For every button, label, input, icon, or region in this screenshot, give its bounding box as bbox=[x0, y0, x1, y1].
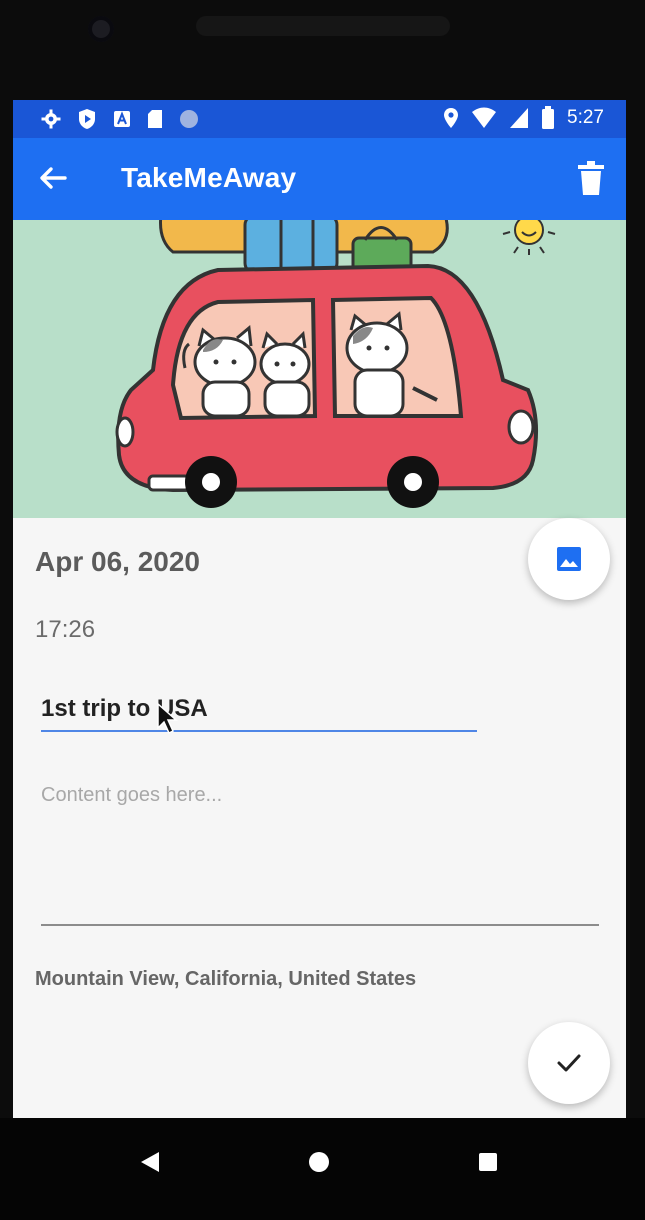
front-camera bbox=[88, 16, 114, 42]
car-illustration bbox=[13, 220, 626, 518]
title-input[interactable] bbox=[41, 688, 477, 732]
device-left-edge bbox=[0, 100, 13, 1118]
pick-image-button[interactable] bbox=[528, 518, 610, 600]
location-label: Mountain View, California, United States bbox=[35, 968, 417, 990]
device-top-bezel bbox=[0, 0, 645, 100]
system-nav-bar bbox=[0, 1118, 645, 1220]
wifi-icon bbox=[472, 107, 497, 128]
sd-card-icon bbox=[148, 110, 162, 128]
status-bar: 5:27 bbox=[13, 100, 626, 138]
nav-recents-button[interactable] bbox=[468, 1142, 508, 1182]
check-icon bbox=[557, 1054, 581, 1072]
signal-icon bbox=[510, 108, 529, 128]
phone-screen: 5:27 TakeMeAway Apr 06, 2020 17:26 1st t… bbox=[13, 100, 626, 1118]
home-circle-icon bbox=[309, 1152, 329, 1172]
entry-form: Apr 06, 2020 17:26 Mountain View, Califo… bbox=[13, 518, 626, 1118]
nav-back-button[interactable] bbox=[130, 1142, 170, 1182]
recents-square-icon bbox=[479, 1153, 497, 1171]
status-time: 5:27 bbox=[567, 107, 604, 128]
mouse-cursor-icon bbox=[157, 702, 178, 735]
nav-home-button[interactable] bbox=[299, 1142, 339, 1182]
app-title: TakeMeAway bbox=[121, 162, 297, 193]
status-right-icons: 5:27 bbox=[443, 106, 604, 130]
dot-icon bbox=[180, 110, 198, 128]
back-triangle-icon bbox=[141, 1152, 159, 1172]
earpiece-speaker bbox=[196, 16, 450, 36]
status-left-icons bbox=[41, 108, 199, 130]
settings-icon bbox=[41, 109, 61, 129]
device-right-edge bbox=[626, 100, 645, 1118]
location-icon bbox=[444, 108, 459, 128]
shield-play-icon bbox=[79, 109, 95, 129]
image-icon bbox=[557, 547, 581, 571]
a-icon bbox=[114, 111, 130, 127]
entry-date[interactable]: Apr 06, 2020 bbox=[35, 546, 200, 578]
content-textarea[interactable] bbox=[41, 784, 599, 926]
battery-icon bbox=[542, 106, 555, 129]
arrow-back-icon[interactable] bbox=[35, 160, 71, 196]
save-button[interactable] bbox=[528, 1022, 610, 1104]
entry-time[interactable]: 17:26 bbox=[35, 616, 95, 644]
hero-image-car-cats bbox=[13, 220, 626, 518]
cat-middle bbox=[259, 330, 311, 418]
app-bar: TakeMeAway bbox=[13, 138, 626, 220]
trash-icon[interactable] bbox=[576, 160, 606, 196]
